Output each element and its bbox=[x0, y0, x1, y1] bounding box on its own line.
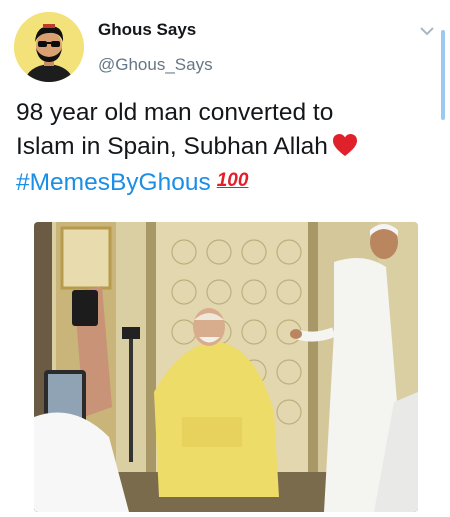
hundred-points-icon: 100 bbox=[216, 170, 249, 191]
tweet-text: 98 year old man converted to Islam in Sp… bbox=[16, 96, 436, 200]
hashtag-link[interactable]: #MemesByGhous bbox=[16, 169, 211, 196]
tweet-text-line-2-wrapper: Islam in Spain, Subhan Allah bbox=[16, 130, 436, 164]
author-handle[interactable]: @Ghous_Says bbox=[98, 55, 213, 75]
tweet-photo[interactable] bbox=[34, 222, 418, 512]
tweet-text-line-1: 98 year old man converted to bbox=[16, 99, 334, 126]
author-display-name[interactable]: Ghous Says bbox=[98, 20, 196, 40]
photo-illustration bbox=[34, 222, 418, 512]
avatar-illustration bbox=[14, 12, 84, 82]
tweet-hashtag-line: #MemesByGhous 100 bbox=[16, 164, 436, 200]
tweet-text-line-2: Islam in Spain, Subhan Allah bbox=[16, 133, 328, 160]
avatar[interactable] bbox=[14, 12, 84, 82]
heart-icon bbox=[332, 134, 357, 156]
scrollbar-thumb[interactable] bbox=[441, 30, 445, 120]
tweet-card[interactable]: Ghous Says @Ghous_Says 98 year old man c… bbox=[0, 0, 450, 517]
chevron-down-icon[interactable] bbox=[418, 24, 436, 38]
